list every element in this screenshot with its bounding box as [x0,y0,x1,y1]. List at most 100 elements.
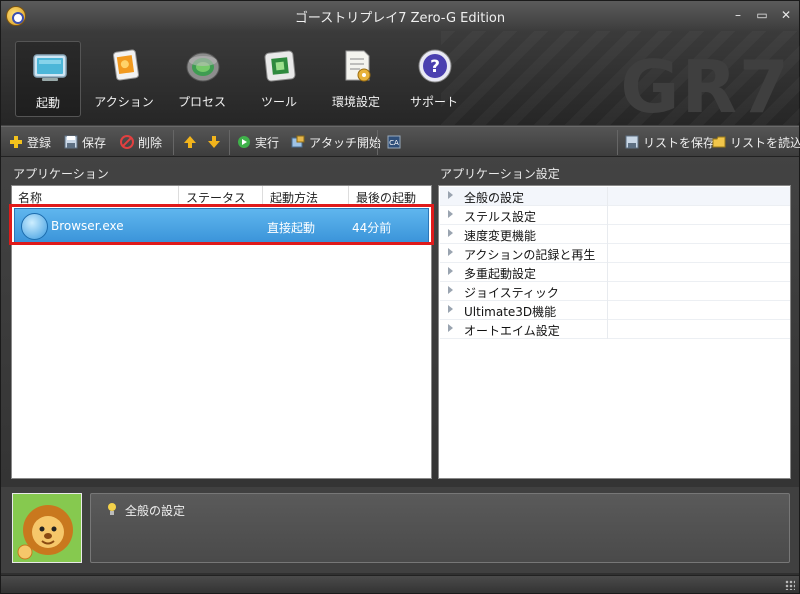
load-list-button[interactable]: リストを読込 [712,134,800,152]
floppy-icon [64,135,78,149]
column-line [607,244,608,263]
arrow-down-icon [208,136,220,148]
toolbar-separator [173,130,174,155]
toolbar-support-label: サポート [409,95,458,109]
expand-arrow-icon [448,210,453,218]
maximize-button[interactable]: ▭ [753,7,771,23]
cheat-tool-icon: CA [387,135,401,149]
setting-label: 速度変更機能 [464,229,537,243]
folder-open-icon [712,136,726,148]
toolbar-action-label: アクション [94,95,154,109]
register-label: 登録 [27,136,52,150]
column-header-status[interactable]: ステータス [186,189,246,206]
save-list-button[interactable]: リストを保存 [625,134,715,152]
delete-button[interactable]: 削除 [120,134,162,152]
delete-icon [120,135,134,149]
toolbar-settings-button[interactable]: 環境設定 [323,41,389,117]
column-divider[interactable] [348,186,349,206]
column-line [607,225,608,244]
toolbar-separator [229,130,230,155]
save-button[interactable]: 保存 [64,134,106,152]
toolbar-launch-button[interactable]: 起動 [15,41,81,117]
column-header-last-launch[interactable]: 最後の起動 [356,189,416,206]
description-box [90,493,790,563]
process-disk-icon [186,52,220,82]
lion-mascot-image [12,493,82,563]
action-card-icon [113,49,139,81]
setting-label: 多重起動設定 [464,267,537,281]
save-list-label: リストを保存 [643,136,716,150]
run-button[interactable]: 実行 [237,134,279,152]
setting-label: ジョイスティック [464,286,559,300]
save-label: 保存 [82,136,107,150]
setting-label: ステルス設定 [464,210,537,224]
delete-label: 削除 [138,136,163,150]
setting-stealth[interactable]: ステルス設定 [440,206,790,225]
expand-arrow-icon [448,286,453,294]
setting-action-record[interactable]: アクションの記録と再生 [440,244,790,263]
move-down-button[interactable] [207,134,225,152]
setting-multi-launch[interactable]: 多重起動設定 [440,263,790,282]
toolbar-separator [617,130,618,155]
setting-joystick[interactable]: ジョイスティック [440,282,790,301]
close-button[interactable]: ✕ [777,7,795,23]
tool-chip-icon [264,50,296,82]
attach-label: アタッチ開始 [309,136,382,150]
column-header-launch-method[interactable]: 起動方法 [270,189,318,206]
resize-grip[interactable] [785,580,795,590]
sub-toolbar: 登録 保存 削除 実行 アタッチ開始 CA リストを保存 リストを読込 [1,126,800,157]
svg-text:?: ? [430,57,440,77]
title-bar: ゴーストリプレイ7 Zero-G Edition – ▭ ✕ [1,1,799,31]
app-name: Browser.exe [51,219,124,233]
setting-label: Ultimate3D機能 [464,305,557,319]
monitor-icon [33,54,67,81]
column-header-name[interactable]: 名称 [18,189,42,206]
setting-speed[interactable]: 速度変更機能 [440,225,790,244]
setting-auto-aim[interactable]: オートエイム設定 [440,320,790,339]
expand-arrow-icon [448,324,453,332]
description-text: 全般の設定 [125,504,186,518]
register-button[interactable]: 登録 [9,134,51,152]
application-list[interactable]: 名称 ステータス 起動方法 最後の起動 Browser.exe 直接起動 44分… [11,185,432,479]
list-item[interactable]: Browser.exe 直接起動 44分前 [14,208,429,244]
plus-icon [10,136,22,148]
column-divider[interactable] [178,186,179,206]
setting-general[interactable]: 全般の設定 [440,187,790,206]
column-line [607,282,608,301]
move-up-button[interactable] [183,134,201,152]
expand-arrow-icon [448,191,453,199]
expand-arrow-icon [448,305,453,313]
lightbulb-icon [108,503,116,515]
column-line [607,320,608,339]
applications-panel-title: アプリケーション [13,167,109,181]
svg-text:CA: CA [389,139,399,147]
toolbar-tool-label: ツール [260,95,297,109]
main-toolbar: GR7 起動 アクション プロセス ツール 環境設定 ? サポート [1,31,800,129]
window-title: ゴーストリプレイ7 Zero-G Edition [294,11,506,26]
setting-label: 全般の設定 [464,191,525,205]
toolbar-settings-label: 環境設定 [331,95,380,109]
toolbar-process-label: プロセス [177,95,226,109]
column-line [607,206,608,225]
list-header: 名称 ステータス 起動方法 最後の起動 [12,186,431,206]
setting-label: オートエイム設定 [464,324,560,338]
setting-ultimate3d[interactable]: Ultimate3D機能 [440,301,790,320]
column-divider[interactable] [262,186,263,206]
toolbar-action-button[interactable]: アクション [91,41,157,117]
arrow-up-icon [184,136,196,148]
toolbar-launch-label: 起動 [35,96,60,110]
attach-button[interactable]: アタッチ開始 [291,134,381,152]
column-line [607,187,608,206]
app-last-launch: 44分前 [352,221,392,235]
app-launch-method: 直接起動 [267,221,316,235]
toolbar-tool-button[interactable]: ツール [246,41,312,117]
minimize-button[interactable]: – [729,7,747,23]
browser-app-icon [21,213,48,240]
toolbar-process-button[interactable]: プロセス [169,41,235,117]
column-line [607,263,608,282]
settings-document-icon [345,50,371,82]
cheat-engine-button[interactable]: CA [387,134,405,152]
app-window: ゴーストリプレイ7 Zero-G Edition – ▭ ✕ GR7 起動 アク… [0,0,800,594]
toolbar-support-button[interactable]: ? サポート [401,41,467,117]
toolbar-separator [377,130,378,155]
